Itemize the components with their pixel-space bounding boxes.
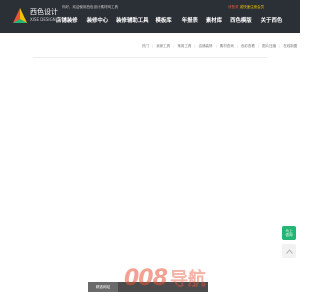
nav-item-materials[interactable]: 素材库: [206, 16, 222, 24]
breadcrumb-item[interactable]: 店铺装修: [199, 44, 213, 49]
bottom-tab-featured[interactable]: 精选网站: [88, 282, 118, 292]
breadcrumb-item[interactable]: 图片压缩: [262, 44, 276, 49]
nav-item-xise-templates[interactable]: 西色模版: [230, 16, 252, 24]
breadcrumb-item[interactable]: 常用工具: [177, 44, 191, 49]
breadcrumb-separator: |: [279, 44, 281, 48]
nav-item-decoration-center[interactable]: 装修中心: [87, 16, 109, 24]
welcome-text: 你好，欢迎使用西色设计素材网工具: [62, 5, 118, 9]
bottom-tab[interactable]: [118, 282, 148, 292]
breadcrumb-separator: |: [194, 44, 196, 48]
breadcrumb-separator: |: [152, 44, 154, 48]
nav-item-about[interactable]: 关于西色: [261, 16, 283, 24]
breadcrumb-separator: |: [257, 44, 260, 48]
chevron-up-icon: [285, 248, 293, 254]
bottom-tab[interactable]: [178, 282, 208, 292]
main-nav: 店铺装修 装修中心 装修辅助工具 模板库 年报表 素材库 西色模版 关于西色: [56, 14, 292, 26]
content-divider: [33, 57, 267, 58]
breadcrumb-item[interactable]: 色彩查看: [241, 44, 255, 49]
logo-mark-icon: [13, 8, 27, 23]
breadcrumb-item[interactable]: 热门: [142, 44, 149, 49]
bottom-bar: 精选网站: [88, 282, 208, 292]
breadcrumb-separator: |: [236, 44, 238, 48]
breadcrumb-item[interactable]: 素材查询: [220, 44, 234, 49]
nav-item-decoration-tools[interactable]: 装修辅助工具: [116, 16, 148, 24]
top-bar: 西色设计 XISE DESIGN 你好，欢迎使用西色设计素材网工具 请登录 或快…: [0, 0, 300, 33]
login-link[interactable]: 或快速注册会员: [240, 5, 265, 9]
breadcrumb-item[interactable]: 在线制图: [283, 44, 297, 49]
nav-item-reports[interactable]: 年报表: [182, 16, 198, 24]
breadcrumb-item[interactable]: 卖家工具: [156, 44, 170, 49]
consult-button-line2: 咨询: [285, 233, 293, 237]
nav-item-templates[interactable]: 模板库: [156, 16, 172, 24]
account-links: 请登录 或快速注册会员: [228, 5, 264, 10]
breadcrumb: 热门 | 卖家工具 | 常用工具 | 店铺装修 | 素材查询 | 色彩查看 | …: [142, 43, 297, 49]
bottom-tab[interactable]: [148, 282, 178, 292]
breadcrumb-separator: |: [173, 44, 175, 48]
logo[interactable]: 西色设计 XISE DESIGN: [12, 5, 58, 27]
breadcrumb-separator: |: [215, 44, 217, 48]
consult-button[interactable]: 马上 咨询: [282, 226, 296, 240]
logo-name: 西色设计: [30, 8, 58, 16]
back-to-top-button[interactable]: [282, 244, 296, 258]
logo-subtitle: XISE DESIGN: [30, 17, 56, 22]
nav-item-store-decoration[interactable]: 店铺装修: [56, 16, 78, 24]
register-link[interactable]: 请登录: [228, 5, 239, 9]
